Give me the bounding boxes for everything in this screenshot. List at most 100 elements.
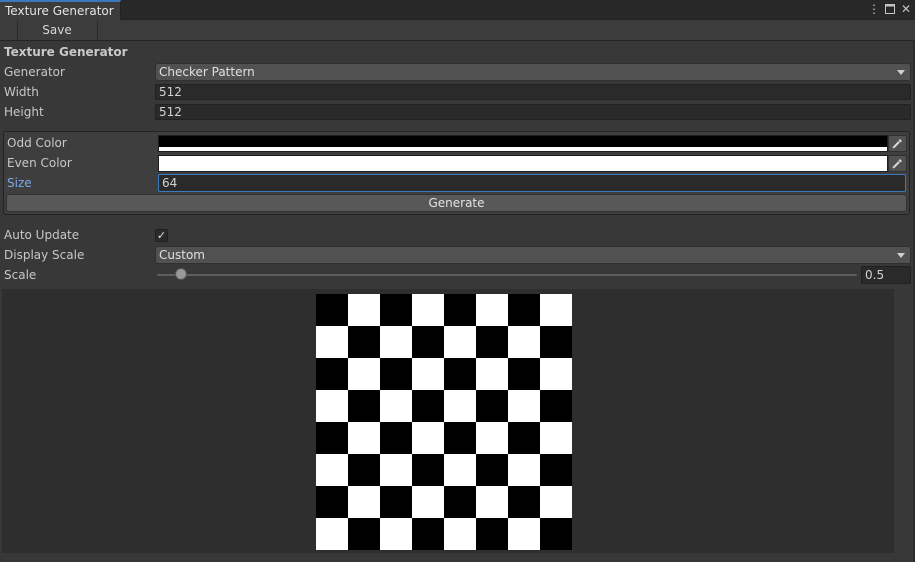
checker-cell <box>444 518 476 550</box>
checker-cell <box>540 422 572 454</box>
scale-slider-track[interactable] <box>157 274 857 276</box>
checker-cell <box>380 390 412 422</box>
checker-cell <box>540 454 572 486</box>
even-color-label: Even Color <box>7 156 72 170</box>
checker-cell <box>540 518 572 550</box>
generator-label: Generator <box>4 65 65 79</box>
tab-texture-generator[interactable]: Texture Generator <box>0 0 121 20</box>
checker-cell <box>348 422 380 454</box>
checker-cell <box>316 326 348 358</box>
odd-color-field[interactable] <box>158 135 888 152</box>
checker-cell <box>412 486 444 518</box>
checker-cell <box>412 422 444 454</box>
checker-cell <box>412 358 444 390</box>
checker-cell <box>508 358 540 390</box>
checker-cell <box>412 454 444 486</box>
checker-cell <box>508 518 540 550</box>
checker-cell <box>380 358 412 390</box>
generate-button[interactable]: Generate <box>6 194 907 212</box>
width-field[interactable]: 512 <box>155 84 911 100</box>
checker-cell <box>412 518 444 550</box>
checker-cell <box>412 294 444 326</box>
checker-cell <box>380 518 412 550</box>
maximize-icon[interactable] <box>883 1 897 17</box>
display-scale-label: Display Scale <box>4 248 85 262</box>
even-color-picker-button[interactable] <box>888 155 907 172</box>
checker-cell <box>380 486 412 518</box>
checker-cell <box>540 486 572 518</box>
height-field[interactable]: 512 <box>155 104 911 120</box>
odd-color-picker-button[interactable] <box>888 135 907 152</box>
checker-cell <box>316 358 348 390</box>
checker-cell <box>412 326 444 358</box>
checker-cell <box>348 294 380 326</box>
checker-cell <box>476 294 508 326</box>
save-button[interactable]: Save <box>17 20 97 40</box>
eyedropper-icon <box>892 139 902 149</box>
checker-cell <box>316 486 348 518</box>
checker-cell <box>476 358 508 390</box>
checker-cell <box>444 390 476 422</box>
tab-bar: Texture Generator ⋮ ✕ <box>0 0 915 20</box>
auto-update-checkbox[interactable]: ✓ <box>155 229 168 242</box>
checker-cell <box>540 358 572 390</box>
size-label: Size <box>7 176 32 190</box>
checker-cell <box>508 326 540 358</box>
checker-cell <box>348 486 380 518</box>
generator-dropdown[interactable]: Checker Pattern <box>155 63 911 81</box>
checker-cell <box>476 518 508 550</box>
checker-cell <box>348 390 380 422</box>
checker-cell <box>412 390 444 422</box>
texture-generator-window: Texture Generator ⋮ ✕ Save Texture Gener… <box>0 0 915 562</box>
odd-color-alpha-bar <box>159 148 887 151</box>
even-color-field[interactable] <box>158 155 888 172</box>
checker-cell <box>444 294 476 326</box>
checker-cell <box>508 294 540 326</box>
texture-preview <box>316 294 572 550</box>
window-controls: ⋮ ✕ <box>867 1 913 17</box>
size-field[interactable]: 64 <box>158 174 906 192</box>
chevron-down-icon <box>897 253 905 258</box>
section-title: Texture Generator <box>4 45 128 59</box>
checker-cell <box>476 486 508 518</box>
checker-cell <box>380 454 412 486</box>
checker-cell <box>476 326 508 358</box>
checker-cell <box>540 326 572 358</box>
checker-cell <box>316 390 348 422</box>
checkmark-icon: ✓ <box>156 229 167 242</box>
checker-cell <box>508 454 540 486</box>
display-scale-dropdown[interactable]: Custom <box>155 246 911 264</box>
checker-cell <box>348 358 380 390</box>
scale-value-field[interactable]: 0.5 <box>861 266 911 284</box>
generator-value: Checker Pattern <box>159 65 255 79</box>
checker-cell <box>316 422 348 454</box>
checker-cell <box>508 390 540 422</box>
toolbar-divider <box>97 20 98 40</box>
checker-cell <box>348 454 380 486</box>
close-icon[interactable]: ✕ <box>899 1 913 17</box>
checker-cell <box>380 422 412 454</box>
chevron-down-icon <box>897 70 905 75</box>
odd-color-label: Odd Color <box>7 136 67 150</box>
checker-cell <box>444 358 476 390</box>
eyedropper-icon <box>892 159 902 169</box>
scale-label: Scale <box>4 268 37 282</box>
height-label: Height <box>4 105 44 119</box>
checker-cell <box>348 518 380 550</box>
checker-cell <box>540 294 572 326</box>
toolbar: Save <box>0 20 915 41</box>
scale-slider-thumb[interactable] <box>175 268 187 280</box>
checker-cell <box>540 390 572 422</box>
more-icon[interactable]: ⋮ <box>867 1 881 17</box>
checker-cell <box>444 486 476 518</box>
checker-cell <box>444 326 476 358</box>
odd-color-swatch <box>159 136 887 147</box>
checker-cell <box>380 326 412 358</box>
display-scale-value: Custom <box>159 248 205 262</box>
checker-cell <box>348 326 380 358</box>
width-label: Width <box>4 85 39 99</box>
checker-cell <box>316 294 348 326</box>
checker-cell <box>476 390 508 422</box>
checker-cell <box>316 454 348 486</box>
checker-cell <box>444 454 476 486</box>
